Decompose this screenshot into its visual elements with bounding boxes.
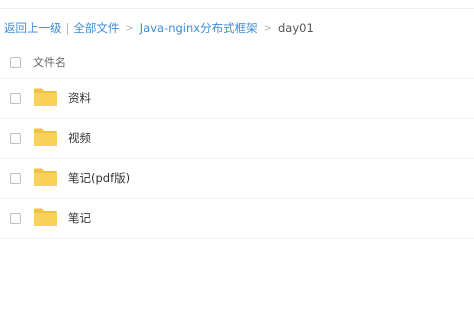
list-item[interactable]: 笔记(pdf版) xyxy=(0,159,474,199)
file-browser: 返回上一级 | 全部文件 > Java-nginx分布式框架 > day01 文… xyxy=(0,0,474,336)
current-folder: day01 xyxy=(277,21,314,35)
list-item[interactable]: 笔记 xyxy=(0,199,474,239)
folder-icon xyxy=(34,168,57,186)
folder-icon xyxy=(34,208,57,226)
breadcrumb-arrow-icon: > xyxy=(125,22,134,34)
breadcrumb-separator: | xyxy=(65,21,70,35)
file-name[interactable]: 笔记(pdf版) xyxy=(68,170,130,186)
folder-link[interactable]: Java-nginx分布式框架 xyxy=(140,20,258,36)
breadcrumb-arrow-icon: > xyxy=(263,22,272,34)
select-all-checkbox[interactable] xyxy=(10,57,21,68)
list-header: 文件名 xyxy=(0,48,474,79)
file-name[interactable]: 笔记 xyxy=(68,210,91,226)
list-item[interactable]: 视频 xyxy=(0,119,474,159)
all-files-link[interactable]: 全部文件 xyxy=(73,20,119,36)
top-divider xyxy=(0,8,474,9)
row-checkbox[interactable] xyxy=(10,133,21,144)
file-name[interactable]: 视频 xyxy=(68,130,91,146)
back-link[interactable]: 返回上一级 xyxy=(4,20,62,36)
file-name[interactable]: 资料 xyxy=(68,90,91,106)
folder-icon xyxy=(34,128,57,146)
breadcrumb: 返回上一级 | 全部文件 > Java-nginx分布式框架 > day01 xyxy=(4,19,314,37)
column-header-filename[interactable]: 文件名 xyxy=(33,54,66,70)
folder-icon xyxy=(34,88,57,106)
row-checkbox[interactable] xyxy=(10,173,21,184)
row-checkbox[interactable] xyxy=(10,93,21,104)
row-checkbox[interactable] xyxy=(10,213,21,224)
list-item[interactable]: 资料 xyxy=(0,79,474,119)
